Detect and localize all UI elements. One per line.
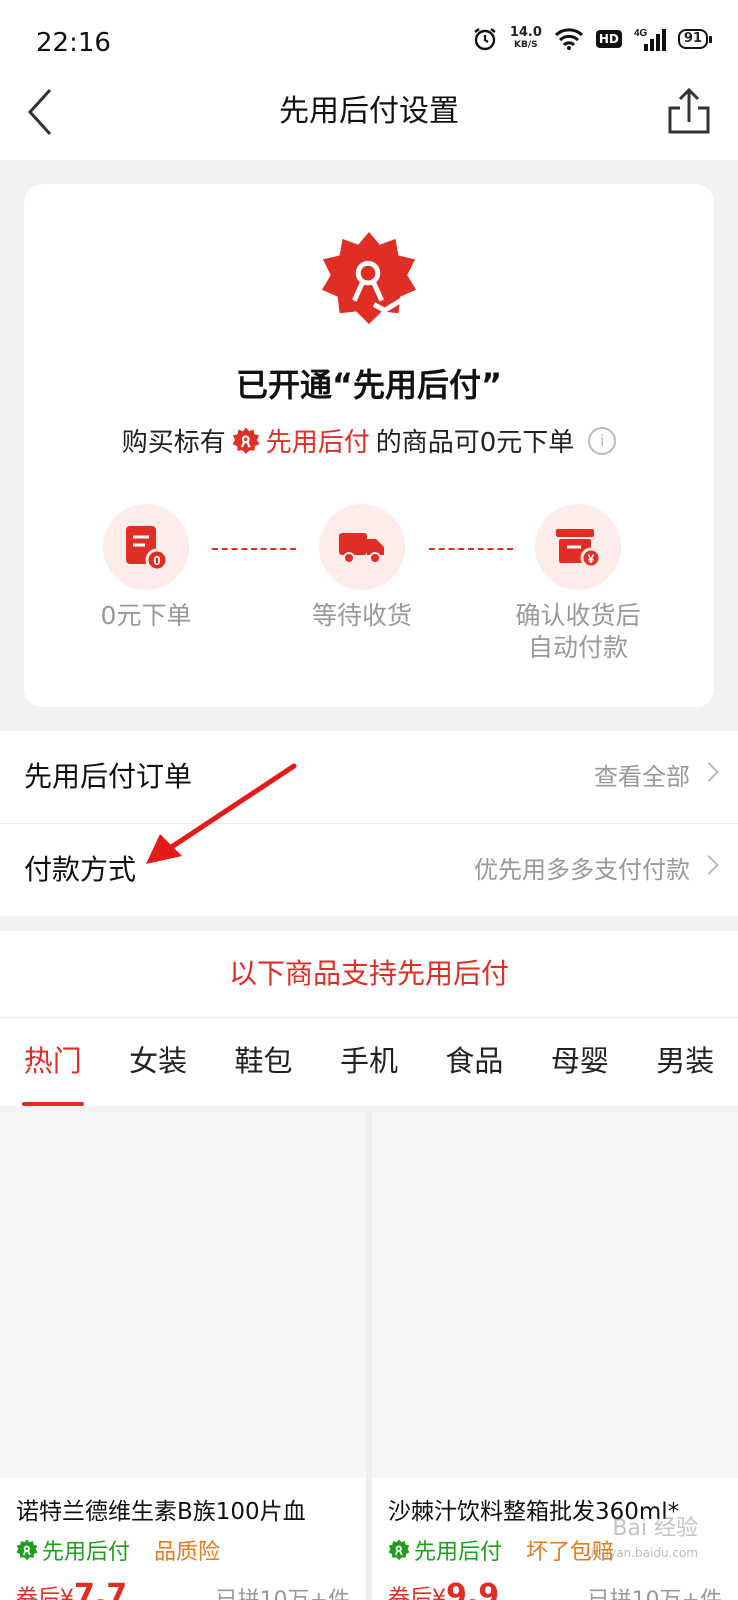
status-title: 已开通“先用后付”: [235, 366, 503, 404]
payment-method-value: 优先用多多支付付款: [474, 856, 690, 884]
product-card[interactable]: 诺特兰德维生素B族100片血 先用后付 品质险 券后¥7.7 已拼10万+件: [0, 1112, 366, 1600]
tab-shoes-bags[interactable]: 鞋包: [211, 1018, 316, 1106]
product-tags: 先用后付 品质险: [16, 1534, 220, 1566]
service-tag: 品质险: [154, 1540, 221, 1565]
svg-text:4G: 4G: [634, 28, 648, 39]
tab-baby[interactable]: 母婴: [527, 1018, 632, 1106]
net-speed: 14.0 KB/S: [509, 25, 542, 50]
status-description: 购买标有 先用后付 的商品可0元下单 i: [24, 422, 714, 459]
settings-list: 先用后付订单 查看全部 付款方式 优先用多多支付付款: [0, 731, 738, 916]
page-title: 先用后付设置: [279, 94, 459, 129]
svg-text:0: 0: [153, 553, 160, 568]
description-highlight: 先用后付: [265, 428, 370, 458]
status-icons: 14.0 KB/S HD 4G 91: [472, 25, 713, 52]
orders-value: 查看全部: [594, 763, 690, 791]
products-section-title: 以下商品支持先用后付: [0, 931, 738, 1018]
product-image[interactable]: [0, 1112, 366, 1478]
product-name: 诺特兰德维生素B族100片血: [16, 1499, 306, 1525]
step-wait-label: 等待收货: [311, 601, 412, 630]
product-sold: 已拼10万+件: [216, 1582, 350, 1600]
category-tabs: 热门 女装 鞋包 手机 食品 母婴 男装: [0, 1018, 738, 1106]
signal-icon: 4G: [634, 28, 666, 51]
tab-womens[interactable]: 女装: [105, 1018, 210, 1106]
product-price: 券后¥9.9: [388, 1578, 500, 1600]
credit-badge-small-icon: [232, 427, 260, 454]
credit-badge-green-icon: [388, 1539, 410, 1561]
share-icon[interactable]: [662, 88, 716, 152]
nav-bar: 先用后付设置: [0, 88, 738, 160]
wifi-icon: [554, 28, 583, 50]
watermark-url: jingyan.baidu.com: [587, 1546, 698, 1560]
step-wait: 等待收货: [262, 504, 462, 632]
product-tags: 先用后付 坏了包赔: [388, 1534, 614, 1566]
battery-icon: 91: [677, 29, 713, 49]
payment-method-label: 付款方式: [24, 853, 137, 886]
step-order: 0 0元下单: [46, 504, 246, 632]
payment-method-row[interactable]: 付款方式 优先用多多支付付款: [0, 824, 738, 916]
tab-hot[interactable]: 热门: [0, 1018, 105, 1106]
svg-text:¥: ¥: [588, 552, 595, 566]
status-bar: 22:16 14.0 KB/S HD 4G 91: [0, 0, 738, 88]
credit-badge-icon: [321, 231, 417, 325]
step-pay-label: 确认收货后 自动付款: [515, 601, 641, 662]
description-suffix: 的商品可0元下单: [375, 428, 575, 458]
credit-badge-green-icon: [16, 1539, 38, 1561]
hd-icon: HD: [595, 30, 622, 48]
tab-food[interactable]: 食品: [422, 1018, 527, 1106]
pay-later-tag: 先用后付: [388, 1534, 502, 1566]
chevron-right-icon: [699, 762, 719, 782]
product-sold: 已拼10万+件: [588, 1582, 722, 1600]
product-price: 券后¥7.7: [16, 1578, 128, 1600]
status-time: 22:16: [36, 28, 111, 58]
pay-later-tag: 先用后付: [16, 1534, 130, 1566]
description-prefix: 购买标有: [121, 428, 226, 458]
truck-icon: [319, 504, 405, 590]
tab-phones[interactable]: 手机: [316, 1018, 421, 1106]
status-card: 已开通“先用后付” 购买标有 先用后付 的商品可0元下单 i 0 0元下单 等待…: [24, 184, 714, 707]
watermark: Bai 经验: [612, 1516, 698, 1541]
alarm-icon: [474, 28, 496, 51]
chevron-right-icon: [699, 855, 719, 875]
step-pay: ¥ 确认收货后 自动付款: [478, 504, 678, 664]
tab-mens[interactable]: 男装: [633, 1018, 738, 1106]
order-zero-icon: 0: [103, 504, 189, 590]
product-image[interactable]: [372, 1112, 738, 1478]
payment-box-icon: ¥: [535, 504, 621, 590]
orders-row[interactable]: 先用后付订单 查看全部: [0, 731, 738, 824]
step-order-label: 0元下单: [100, 601, 192, 630]
orders-label: 先用后付订单: [24, 760, 193, 793]
info-icon[interactable]: i: [588, 426, 617, 455]
